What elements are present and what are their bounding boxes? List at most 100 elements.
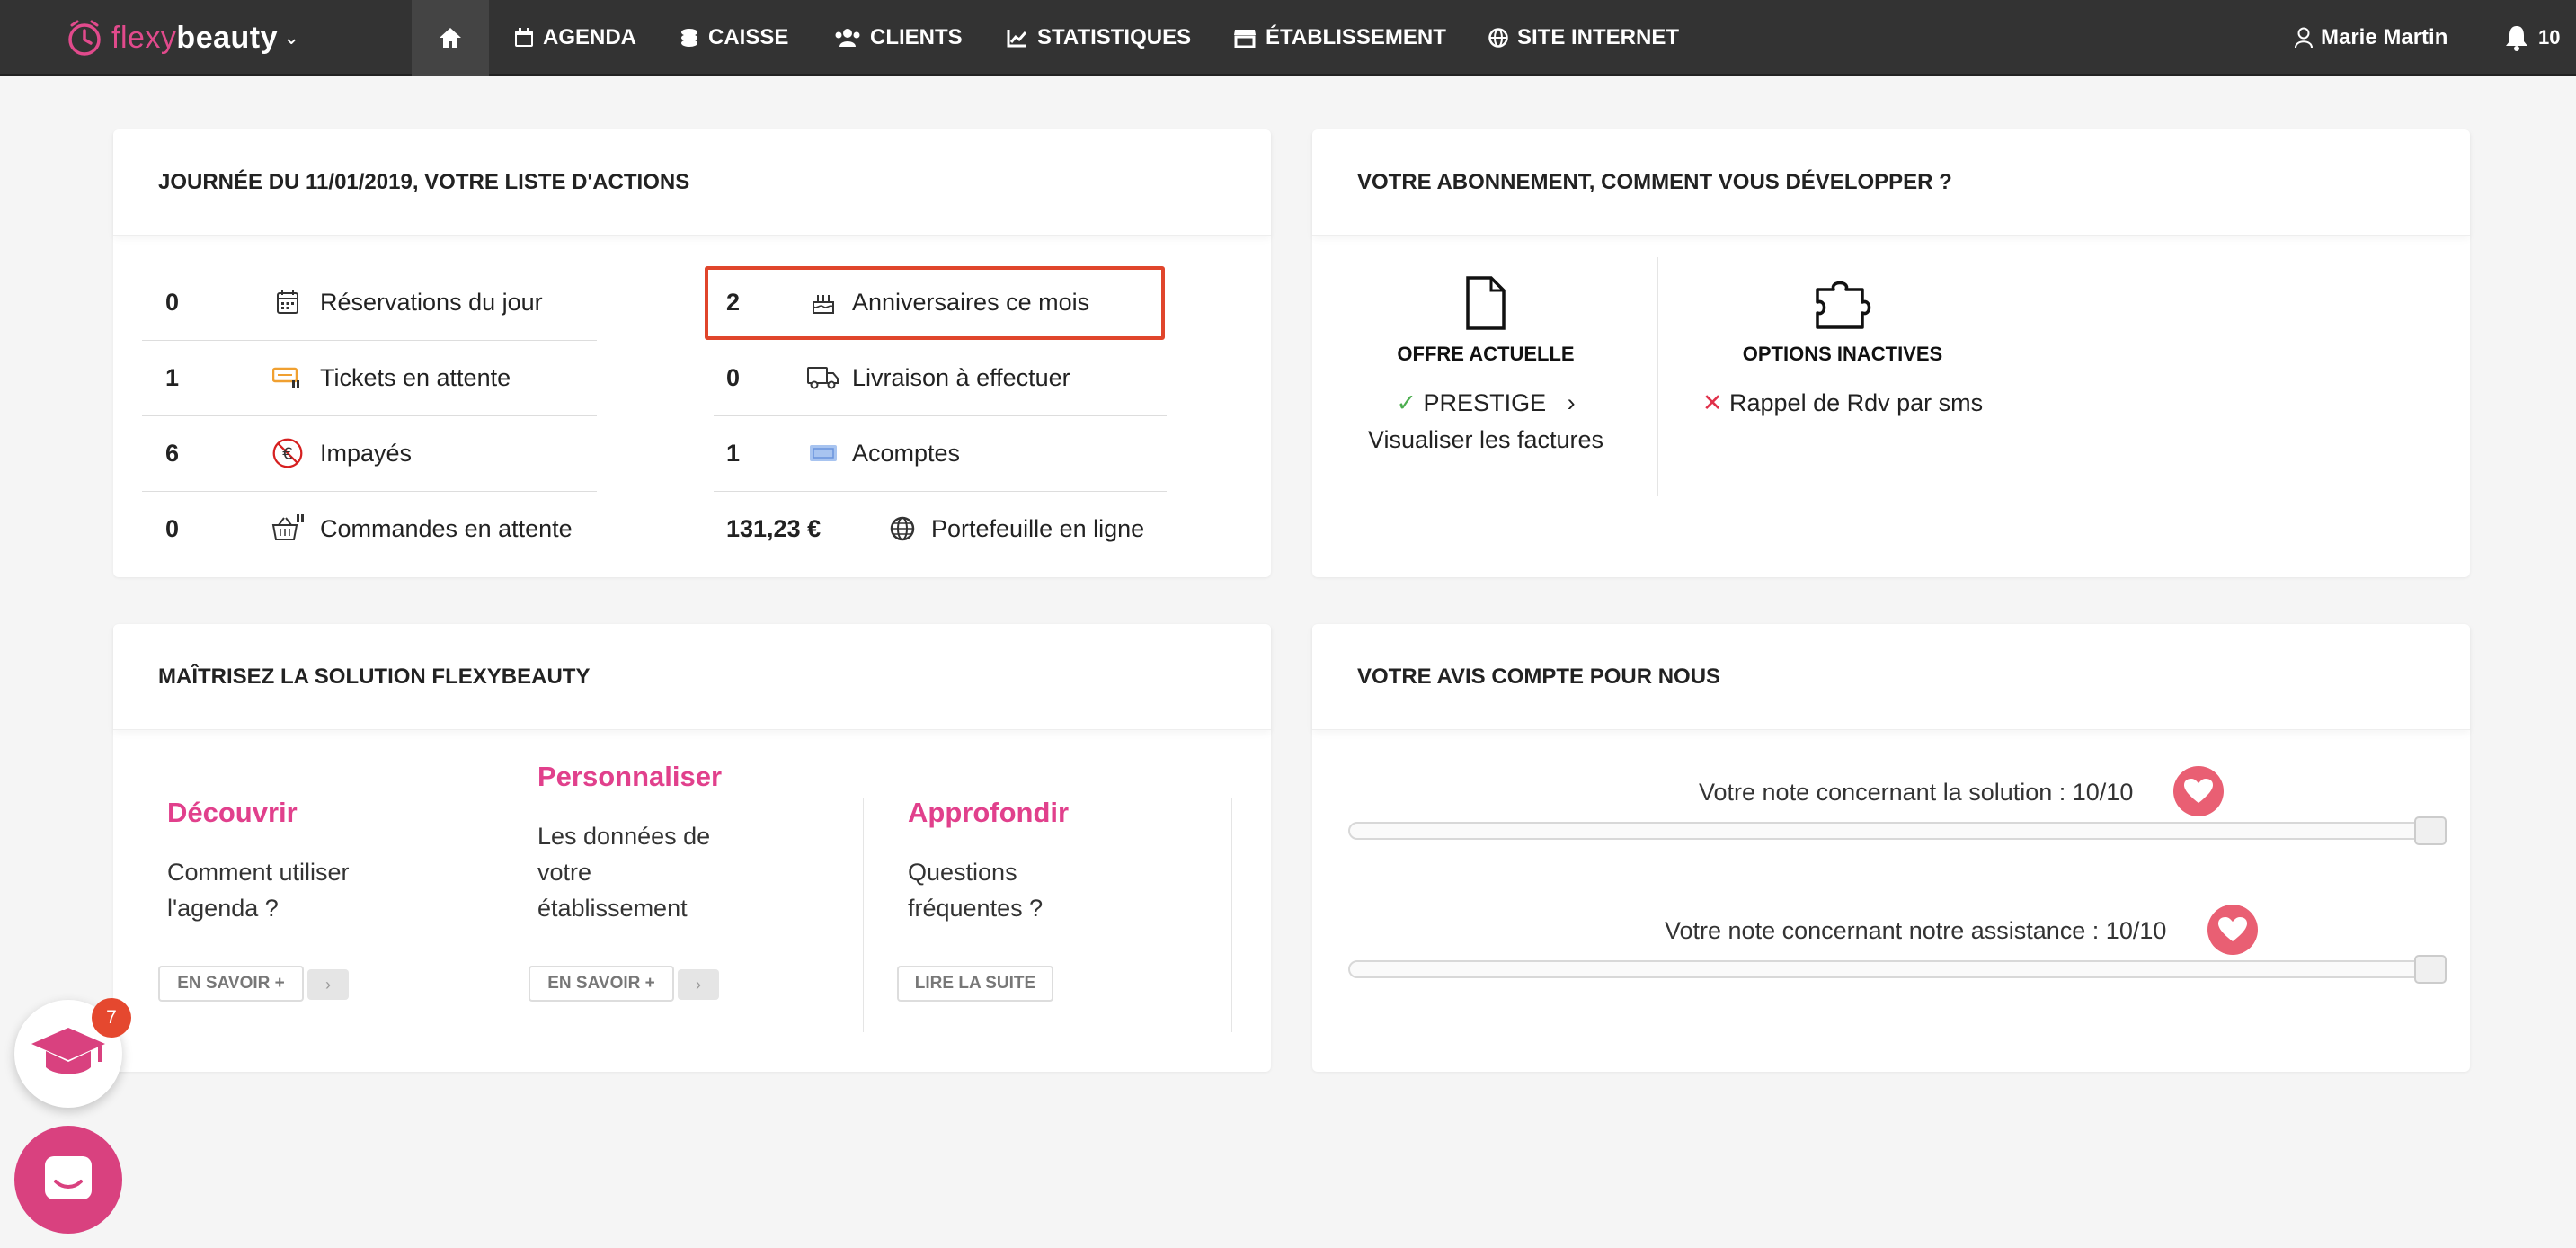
nav-statistiques-label: STATISTIQUES (1037, 25, 1192, 49)
action-tickets[interactable]: 1 Tickets en attente (153, 340, 604, 415)
rating-slider-assistance[interactable] (1348, 960, 2432, 978)
nav-agenda[interactable]: AGENDA (514, 0, 636, 76)
feedback-card-title: VOTRE AVIS COMPTE POUR NOUS (1312, 624, 2470, 730)
nav-agenda-label: AGENDA (543, 25, 637, 49)
action-label: Tickets en attente (320, 363, 511, 391)
academy-badge: 7 (92, 998, 131, 1038)
learn-text-decouvrir: Comment utiliser l'agenda ? (167, 859, 350, 922)
action-count: 131,23 € (726, 514, 822, 542)
learn-title-personnaliser[interactable]: Personnaliser (537, 761, 722, 793)
heart-icon[interactable] (2173, 766, 2224, 816)
action-count: 0 (165, 288, 180, 316)
action-impayes[interactable]: 6 € Impayés (153, 415, 604, 491)
clock-heart-icon (68, 20, 101, 56)
action-acomptes[interactable]: 1 Acomptes (714, 415, 1159, 491)
inactive-options-column: OPTIONS INACTIVES ✕ Rappel de Rdv par sm… (1672, 275, 2013, 417)
user-icon (2295, 27, 2313, 49)
globe-icon (1488, 28, 1508, 48)
divider (863, 798, 864, 1032)
current-offer-column: OFFRE ACTUELLE ✓ PRESTIGE › Visualiser l… (1334, 275, 1638, 454)
inactive-option-label: Rappel de Rdv par sms (1729, 389, 1984, 416)
users-icon (835, 29, 860, 47)
truck-icon (807, 361, 839, 394)
rating-slider-solution[interactable] (1348, 822, 2432, 840)
notifications-button[interactable]: 10 (2504, 0, 2560, 76)
learn-more-button[interactable]: EN SAVOIR + (158, 966, 304, 1002)
nav-caisse[interactable]: CAISSE (680, 0, 788, 76)
subscription-card: VOTRE ABONNEMENT, COMMENT VOUS DÉVELOPPE… (1312, 129, 2470, 577)
learn-title-approfondir[interactable]: Approfondir (908, 797, 1069, 829)
action-label: Anniversaires ce mois (852, 288, 1090, 316)
learn-card-title: MAÎTRISEZ LA SOLUTION FLEXYBEAUTY (113, 624, 1271, 730)
action-count: 0 (165, 514, 180, 542)
top-navbar: flexybeauty ⌄ AGENDA CAISSE CLIENTS STAT… (0, 0, 2576, 76)
current-plan: PRESTIGE (1423, 389, 1547, 416)
calendar-icon (515, 28, 533, 47)
chevron-down-icon[interactable]: ⌄ (283, 26, 299, 49)
user-menu[interactable]: Marie Martin (2294, 0, 2447, 76)
action-label: Réservations du jour (320, 288, 543, 316)
bell-icon (2506, 26, 2527, 51)
deposit-icon (807, 437, 839, 469)
action-livraison[interactable]: 0 Livraison à effectuer (714, 340, 1159, 415)
read-more-button[interactable]: LIRE LA SUITE (897, 966, 1053, 1002)
check-icon: ✓ (1396, 389, 1417, 416)
heart-icon[interactable] (2207, 905, 2258, 955)
chart-icon (1007, 30, 1027, 48)
divider (1231, 798, 1232, 1032)
ticket-icon (271, 361, 304, 394)
chevron-right-icon: › (1567, 389, 1576, 416)
action-label: Commandes en attente (320, 514, 573, 542)
chevron-right-icon[interactable]: › (678, 969, 719, 1000)
nav-home[interactable] (412, 0, 489, 76)
actions-card-title: JOURNÉE DU 11/01/2019, VOTRE LISTE D'ACT… (113, 129, 1271, 236)
inactive-option[interactable]: ✕ Rappel de Rdv par sms (1672, 389, 2013, 417)
globe-icon (886, 513, 919, 545)
action-count: 1 (726, 439, 741, 467)
divider (1657, 257, 1658, 496)
nav-etablissement[interactable]: ÉTABLISSEMENT (1233, 0, 1446, 76)
subscription-card-title: VOTRE ABONNEMENT, COMMENT VOUS DÉVELOPPE… (1312, 129, 2470, 236)
action-portefeuille[interactable]: 131,23 € Portefeuille en ligne (714, 491, 1159, 566)
invoices-link[interactable]: Visualiser les factures (1334, 426, 1638, 454)
calendar-icon (271, 286, 304, 318)
chevron-right-icon[interactable]: › (307, 969, 349, 1000)
chat-button[interactable] (14, 1126, 122, 1234)
svg-text:€: € (282, 444, 292, 463)
rating-label-assistance: Votre note concernant notre assistance :… (1665, 917, 2167, 944)
slider-handle[interactable] (2414, 816, 2447, 845)
brand-name: flexybeauty (111, 20, 279, 55)
current-offer-title: OFFRE ACTUELLE (1397, 343, 1575, 365)
document-icon (1466, 276, 1506, 330)
learn-more-button[interactable]: EN SAVOIR + (529, 966, 674, 1002)
close-icon: ✕ (1701, 389, 1723, 416)
slider-handle[interactable] (2414, 955, 2447, 984)
store-icon (1234, 30, 1256, 48)
action-count: 0 (726, 363, 741, 391)
chat-icon (45, 1156, 92, 1199)
action-anniversaires[interactable]: 2 Anniversaires ce mois (714, 264, 1159, 340)
nav-clients[interactable]: CLIENTS (834, 0, 963, 76)
learn-text-approfondir: Questions fréquentes ? (908, 859, 1044, 922)
action-label: Impayés (320, 439, 413, 467)
nav-site-internet-label: SITE INTERNET (1517, 25, 1680, 49)
feedback-card: VOTRE AVIS COMPTE POUR NOUS Votre note c… (1312, 624, 2470, 1072)
learn-text-personnaliser: Les données de votre établissement (537, 823, 711, 922)
puzzle-icon (1816, 281, 1871, 329)
actions-card: JOURNÉE DU 11/01/2019, VOTRE LISTE D'ACT… (113, 129, 1271, 577)
coins-icon (681, 29, 697, 47)
home-icon (440, 28, 461, 48)
action-commandes[interactable]: 0 Commandes en attente (153, 491, 604, 566)
user-name: Marie Martin (2321, 25, 2448, 49)
action-count: 6 (165, 439, 180, 467)
learn-title-decouvrir[interactable]: Découvrir (167, 797, 298, 829)
nav-statistiques[interactable]: STATISTIQUES (1007, 0, 1191, 76)
nav-site-internet[interactable]: SITE INTERNET (1488, 0, 1679, 76)
action-count: 2 (726, 288, 741, 316)
current-plan-row[interactable]: ✓ PRESTIGE › (1334, 389, 1638, 417)
action-label: Portefeuille en ligne (931, 514, 1145, 542)
cake-icon (807, 286, 839, 318)
action-reservations[interactable]: 0 Réservations du jour (153, 264, 604, 340)
brand-logo[interactable]: flexybeauty ⌄ (65, 18, 299, 58)
nav-clients-label: CLIENTS (870, 25, 963, 49)
